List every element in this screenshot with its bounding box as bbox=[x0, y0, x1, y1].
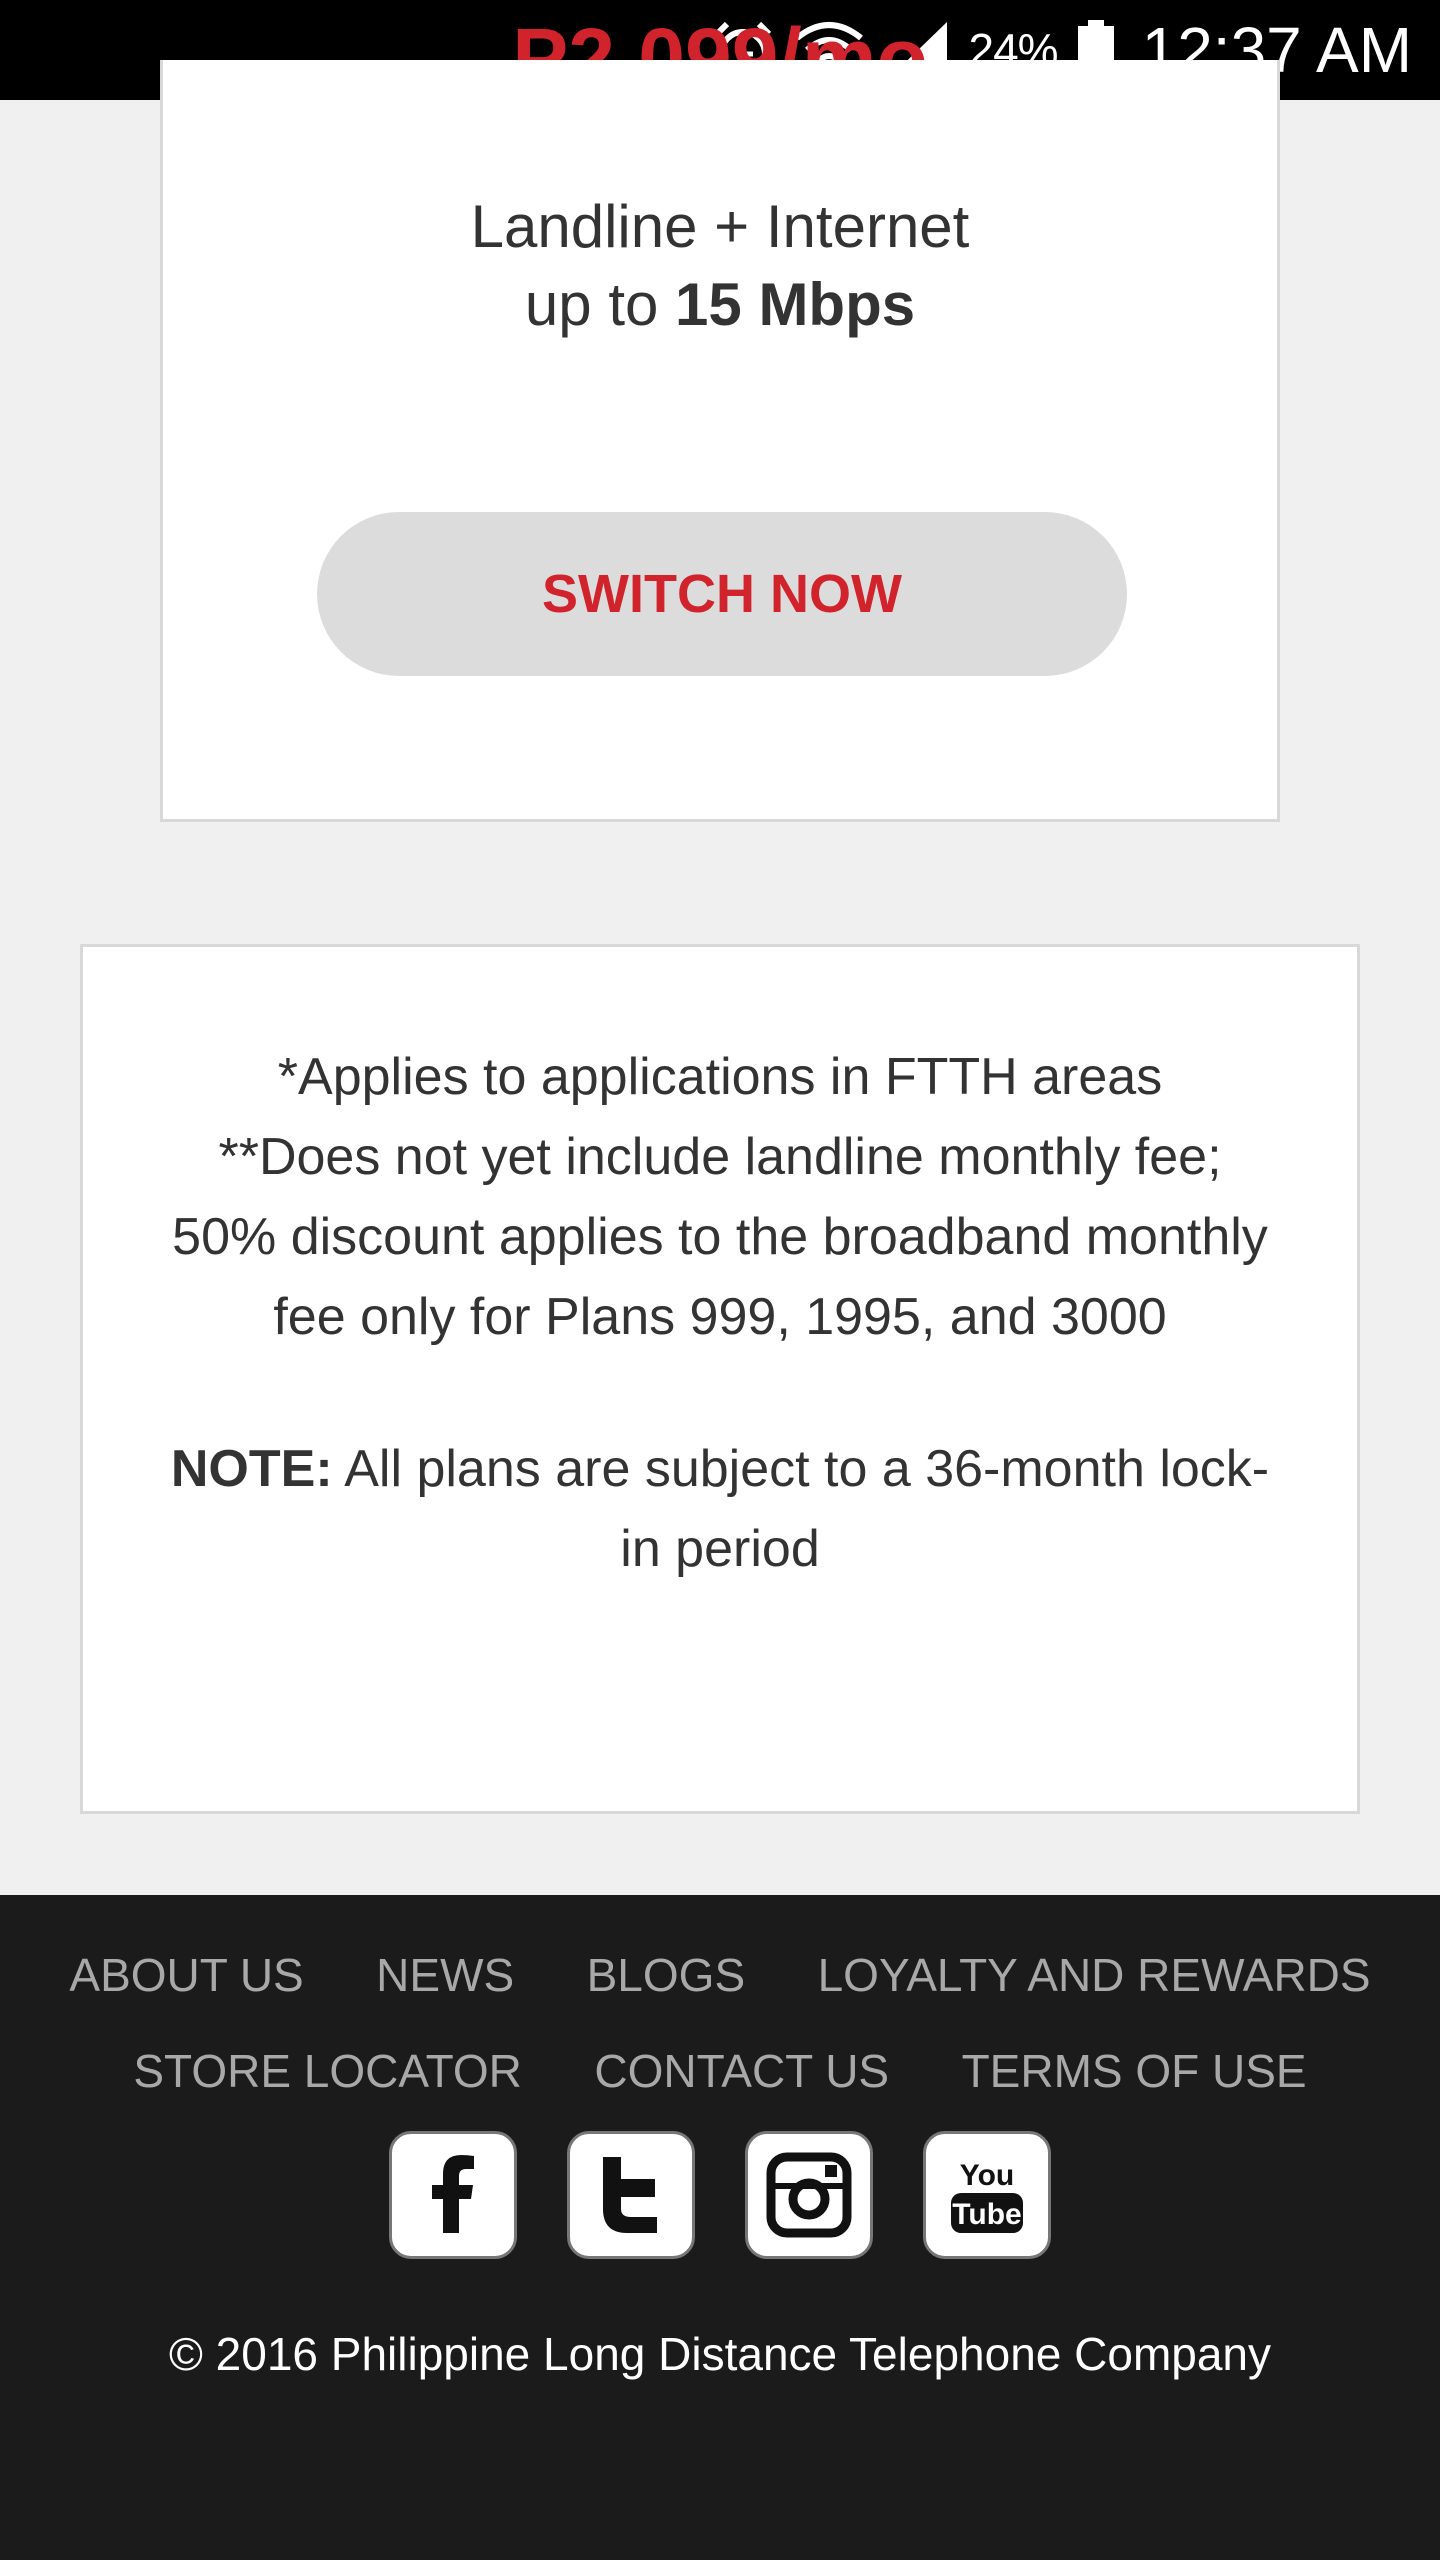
note-lock-in: NOTE: All plans are subject to a 36-mont… bbox=[163, 1429, 1277, 1589]
plan-description: Landline + Internet up to 15 Mbps bbox=[163, 188, 1277, 344]
footer-link-news[interactable]: NEWS bbox=[376, 1933, 514, 2017]
footer-link-contact-us[interactable]: CONTACT US bbox=[594, 2029, 889, 2113]
plan-price: P2,099/mo bbox=[163, 16, 1277, 60]
facebook-icon[interactable] bbox=[389, 2131, 517, 2259]
footer: ABOUT US NEWS BLOGS LOYALTY AND REWARDS … bbox=[0, 1895, 1440, 2560]
social-links: You Tube bbox=[0, 2131, 1440, 2259]
footer-link-about-us[interactable]: ABOUT US bbox=[69, 1933, 303, 2017]
note-lock-in-text: All plans are subject to a 36-month lock… bbox=[344, 1440, 1270, 1578]
plan-speed-prefix: up to bbox=[524, 271, 659, 338]
plan-card: P2,099/mo Landline + Internet up to 15 M… bbox=[160, 16, 1280, 822]
instagram-icon[interactable] bbox=[745, 2131, 873, 2259]
footer-link-terms[interactable]: TERMS OF USE bbox=[962, 2029, 1307, 2113]
svg-text:Tube: Tube bbox=[952, 2198, 1021, 2231]
note-landline-fee: **Does not yet include landline monthly … bbox=[172, 1128, 1268, 1346]
notes-card: *Applies to applications in FTTH areas *… bbox=[80, 944, 1360, 1814]
note-label: NOTE: bbox=[170, 1440, 333, 1498]
note-ftth: *Applies to applications in FTTH areas bbox=[277, 1048, 1163, 1106]
footer-link-loyalty[interactable]: LOYALTY AND REWARDS bbox=[818, 1933, 1371, 2017]
twitter-icon[interactable] bbox=[567, 2131, 695, 2259]
switch-now-button[interactable]: SWITCH NOW bbox=[317, 512, 1127, 676]
plan-speed-value: 15 Mbps bbox=[675, 271, 916, 338]
plan-speed-line: up to 15 Mbps bbox=[163, 266, 1277, 344]
youtube-icon[interactable]: You Tube bbox=[923, 2131, 1051, 2259]
footer-links: ABOUT US NEWS BLOGS LOYALTY AND REWARDS … bbox=[0, 1933, 1440, 2125]
svg-text:You: You bbox=[960, 2159, 1014, 2192]
footer-link-blogs[interactable]: BLOGS bbox=[587, 1933, 746, 2017]
footer-link-store-locator[interactable]: STORE LOCATOR bbox=[133, 2029, 522, 2113]
plan-service-line: Landline + Internet bbox=[470, 193, 970, 260]
copyright: © 2016 Philippine Long Distance Telephon… bbox=[168, 2328, 1272, 2380]
